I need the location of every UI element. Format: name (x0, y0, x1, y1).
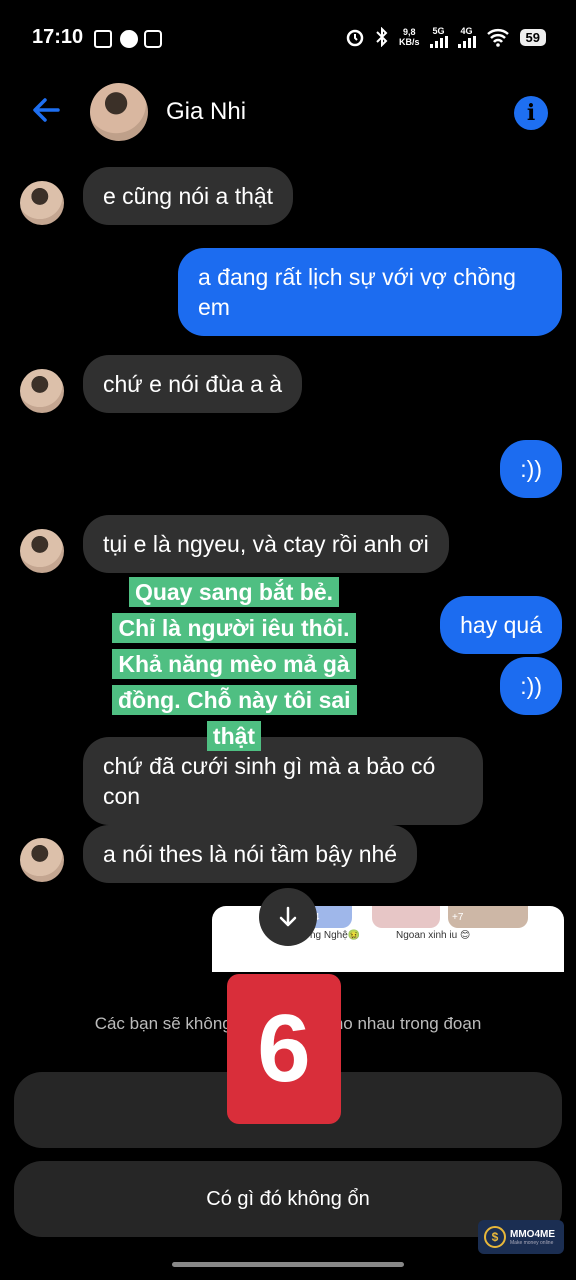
network-label-1: 5G (432, 26, 445, 36)
message-outgoing[interactable]: :)) (500, 440, 562, 498)
arrow-down-icon (279, 906, 297, 927)
annotation-overlay: Quay sang bắt bẻ. Chỉ là người iêu thôi.… (112, 574, 357, 754)
preview-thumbnail (372, 906, 440, 928)
message-outgoing[interactable]: hay quá (440, 596, 562, 654)
preview-count: +7 (452, 912, 464, 923)
sender-avatar[interactable] (20, 838, 64, 882)
contact-avatar[interactable] (90, 83, 148, 141)
watermark-tagline: Make money online (510, 1239, 554, 1246)
wifi-icon (486, 29, 509, 47)
status-icons: 9,8 KB/s 5G 4G 59 (345, 26, 546, 48)
sender-avatar[interactable] (20, 369, 64, 413)
chat-header: Gia Nhi i (0, 80, 576, 150)
signal-5g: 5G (429, 26, 448, 48)
info-icon[interactable]: i (514, 96, 548, 130)
sender-avatar[interactable] (20, 529, 64, 573)
speed-value: 9,8 (403, 27, 416, 37)
status-time: 17:10 (32, 26, 84, 48)
battery-indicator: 59 (519, 28, 546, 46)
message-incoming[interactable]: chứ e nói đùa a à (83, 355, 303, 413)
dollar-coin-icon: $ (484, 1226, 506, 1248)
signal-4g: 4G (457, 26, 476, 48)
scroll-down-button[interactable] (259, 888, 317, 946)
alarm-icon (346, 29, 364, 47)
telegram-icon (120, 30, 138, 48)
contact-name[interactable]: Gia Nhi (166, 98, 246, 126)
message-outgoing[interactable]: a đang rất lịch sự với vợ chồng em (178, 248, 562, 336)
message-incoming[interactable]: tụi e là ngyeu, và ctay rồi anh ơi (83, 515, 449, 573)
home-indicator[interactable] (172, 1262, 404, 1267)
message-incoming[interactable]: a nói thes là nói tầm bậy nhé (83, 825, 418, 883)
message-incoming[interactable]: e cũng nói a thật (83, 167, 294, 225)
status-bar: 17:10 9,8 KB/s 5G 4G 59 (0, 0, 576, 80)
mail-icon (144, 30, 162, 48)
network-speed: 9,8 KB/s (399, 27, 420, 47)
message-outgoing[interactable]: :)) (500, 657, 562, 715)
bluetooth-icon (376, 27, 388, 47)
signal-bars-icon (429, 36, 448, 48)
watermark-brand: MMO4ME (510, 1228, 555, 1240)
number-badge: 6 (227, 974, 341, 1124)
network-label-2: 4G (460, 26, 473, 36)
back-arrow-icon[interactable] (28, 92, 64, 128)
signal-bars-icon (457, 36, 476, 48)
preview-label: ng Nghệ🤢 (310, 930, 361, 941)
watermark-logo: $ MMO4ME Make money online (478, 1220, 564, 1254)
zalo-icon (94, 30, 112, 48)
sender-avatar[interactable] (20, 181, 64, 225)
speed-unit: KB/s (399, 37, 420, 47)
preview-label: Ngoan xinh iu 😊 (396, 930, 471, 941)
annotation-text: Quay sang bắt bẻ. Chỉ là người iêu thôi.… (112, 577, 357, 751)
